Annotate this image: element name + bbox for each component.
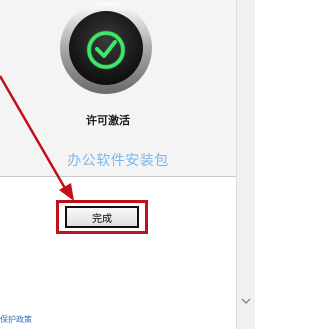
done-button[interactable]: 完成 [65,206,139,228]
checkmark-badge-icon [60,2,152,94]
chevron-down-icon[interactable] [239,294,253,308]
vertical-scrollbar[interactable] [236,0,255,329]
privacy-policy-link[interactable]: 保护政策 [0,314,32,325]
watermark-text: 办公软件安装包 [67,152,169,168]
activation-status-title: 许可激活 [86,115,130,127]
